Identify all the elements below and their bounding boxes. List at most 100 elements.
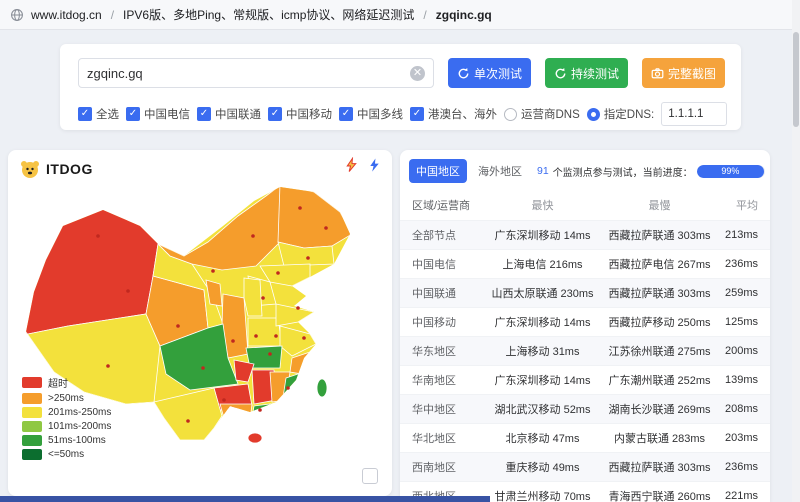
checkbox-checked-icon: ✓ bbox=[197, 107, 211, 121]
col-average: 平均 bbox=[718, 190, 770, 221]
results-tbody: 全部节点 广东深圳移动 14ms 西藏拉萨联通 303ms 213ms 中国电信… bbox=[400, 221, 770, 502]
footer-strip bbox=[0, 496, 490, 502]
fastest-cell: 广东深圳移动 14ms bbox=[484, 366, 601, 395]
loop-icon bbox=[554, 67, 567, 80]
current-target: zgqinc.gq bbox=[436, 8, 492, 22]
region-cell: 全部节点 bbox=[400, 221, 484, 250]
table-row: 华中地区 湖北武汉移动 52ms 湖南长沙联通 269ms 208ms bbox=[400, 395, 770, 424]
region-cell: 华中地区 bbox=[400, 395, 484, 424]
filter-checkbox[interactable]: ✓ 港澳台、海外 bbox=[410, 106, 497, 122]
average-cell: 208ms bbox=[718, 395, 770, 424]
average-cell: 125ms bbox=[718, 308, 770, 337]
filter-checkbox[interactable]: ✓ 中国电信 bbox=[126, 106, 190, 122]
checkbox-row: ✓ 全选 ✓ 中国电信 ✓ 中国联通 ✓ 中国移动 ✓ 中国多线 ✓ 港澳台、海… bbox=[78, 106, 497, 122]
table-row: 中国移动 广东深圳移动 14ms 西藏拉萨移动 250ms 125ms bbox=[400, 308, 770, 337]
continuous-test-button[interactable]: 持续测试 bbox=[545, 58, 628, 88]
single-test-label: 单次测试 bbox=[474, 65, 522, 82]
legend-swatch bbox=[22, 393, 42, 404]
taiwan-region bbox=[317, 379, 327, 397]
legend-item: 51ms-100ms bbox=[22, 435, 111, 446]
logo-text: ITDOG bbox=[46, 161, 93, 177]
custom-dns-radio[interactable]: 指定DNS: bbox=[587, 106, 654, 122]
filter-checkbox[interactable]: ✓ 中国联通 bbox=[197, 106, 261, 122]
col-region: 区域/运营商 bbox=[400, 190, 484, 221]
filter-row: ✓ 全选 ✓ 中国电信 ✓ 中国联通 ✓ 中国移动 ✓ 中国多线 ✓ 港澳台、海… bbox=[78, 102, 731, 126]
legend-item: 101ms-200ms bbox=[22, 421, 111, 432]
progress-value: 99% bbox=[721, 166, 739, 176]
tab-overseas-region[interactable]: 海外地区 bbox=[471, 159, 529, 183]
average-cell: 139ms bbox=[718, 366, 770, 395]
fast-mode-bolt-icon[interactable] bbox=[367, 157, 382, 173]
legend-swatch bbox=[22, 421, 42, 432]
fastest-cell: 重庆移动 49ms bbox=[484, 453, 601, 482]
checkbox-label: 中国多线 bbox=[357, 106, 403, 122]
legend-label: 201ms-250ms bbox=[48, 407, 111, 418]
checkbox-checked-icon: ✓ bbox=[268, 107, 282, 121]
map-layers-control[interactable] bbox=[362, 468, 378, 484]
clear-input-icon[interactable]: ✕ bbox=[410, 66, 425, 81]
globe-icon bbox=[10, 8, 24, 22]
refresh-icon bbox=[457, 67, 470, 80]
legend-swatch bbox=[22, 377, 42, 388]
checkbox-checked-icon: ✓ bbox=[339, 107, 353, 121]
scrollbar-thumb[interactable] bbox=[793, 32, 799, 127]
tab-china-region[interactable]: 中国地区 bbox=[409, 159, 467, 183]
fastest-cell: 甘肃兰州移动 70ms bbox=[484, 482, 601, 502]
table-header-row: 区域/运营商 最快 最慢 平均 bbox=[400, 190, 770, 221]
average-cell: 236ms bbox=[718, 250, 770, 279]
slowest-cell: 西藏拉萨联通 303ms bbox=[601, 221, 718, 250]
radio-icon bbox=[587, 108, 600, 121]
average-cell: 259ms bbox=[718, 279, 770, 308]
isp-dns-label: 运营商DNS bbox=[521, 106, 580, 122]
slowest-cell: 西藏拉萨联通 303ms bbox=[601, 453, 718, 482]
search-card: ✕ 单次测试 持续测试 完整截图 ✓ 全选 bbox=[60, 44, 741, 130]
full-screenshot-button[interactable]: 完整截图 bbox=[642, 58, 725, 88]
legend-item: >250ms bbox=[22, 393, 111, 404]
search-row: ✕ 单次测试 持续测试 完整截图 bbox=[78, 58, 725, 88]
itdog-logo: ITDOG bbox=[18, 157, 93, 181]
region-cell: 华南地区 bbox=[400, 366, 484, 395]
table-row: 西南地区 重庆移动 49ms 西藏拉萨联通 303ms 236ms bbox=[400, 453, 770, 482]
table-row: 中国联通 山西太原联通 230ms 西藏拉萨联通 303ms 259ms bbox=[400, 279, 770, 308]
legend-label: 超时 bbox=[48, 375, 68, 390]
slowest-cell: 江苏徐州联通 275ms bbox=[601, 337, 718, 366]
fastest-cell: 上海电信 216ms bbox=[484, 250, 601, 279]
filter-checkbox[interactable]: ✓ 全选 bbox=[78, 106, 119, 122]
average-cell: 213ms bbox=[718, 221, 770, 250]
filter-checkbox[interactable]: ✓ 中国多线 bbox=[339, 106, 403, 122]
checkbox-checked-icon: ✓ bbox=[410, 107, 424, 121]
checkbox-checked-icon: ✓ bbox=[78, 107, 92, 121]
fastest-cell: 广东深圳移动 14ms bbox=[484, 308, 601, 337]
speed-bolt-icon[interactable] bbox=[344, 157, 359, 173]
region-cell: 中国联通 bbox=[400, 279, 484, 308]
slowest-cell: 湖南长沙联通 269ms bbox=[601, 395, 718, 424]
region-cell: 中国移动 bbox=[400, 308, 484, 337]
table-row: 中国电信 上海电信 216ms 西藏拉萨电信 267ms 236ms bbox=[400, 250, 770, 279]
single-test-button[interactable]: 单次测试 bbox=[448, 58, 531, 88]
average-cell: 236ms bbox=[718, 453, 770, 482]
checkbox-label: 全选 bbox=[96, 106, 119, 122]
full-screenshot-label: 完整截图 bbox=[668, 65, 716, 82]
legend-label: >250ms bbox=[48, 393, 84, 404]
hainan-region bbox=[248, 433, 262, 443]
slowest-cell: 青海西宁联通 260ms bbox=[601, 482, 718, 502]
slowest-cell: 广东潮州联通 252ms bbox=[601, 366, 718, 395]
checkbox-label: 中国联通 bbox=[215, 106, 261, 122]
map-card: ITDOG bbox=[8, 150, 392, 496]
map-toolbar bbox=[344, 157, 382, 173]
isp-dns-radio[interactable]: 运营商DNS bbox=[504, 106, 580, 122]
target-input[interactable] bbox=[87, 66, 410, 81]
progress-fill: 99% bbox=[697, 165, 764, 178]
dns-input[interactable] bbox=[661, 102, 727, 126]
region-cell: 西南地区 bbox=[400, 453, 484, 482]
monitor-count: 91 bbox=[537, 165, 549, 177]
legend-swatch bbox=[22, 449, 42, 460]
page-scrollbar[interactable] bbox=[792, 0, 800, 502]
region-cell: 华北地区 bbox=[400, 424, 484, 453]
checkbox-label: 中国移动 bbox=[286, 106, 332, 122]
results-table: 区域/运营商 最快 最慢 平均 全部节点 广东深圳移动 14ms 西藏拉萨联通 … bbox=[400, 190, 770, 502]
region-cell: 中国电信 bbox=[400, 250, 484, 279]
filter-checkbox[interactable]: ✓ 中国移动 bbox=[268, 106, 332, 122]
fastest-cell: 上海移动 31ms bbox=[484, 337, 601, 366]
table-row: 华北地区 北京移动 47ms 内蒙古联通 283ms 203ms bbox=[400, 424, 770, 453]
